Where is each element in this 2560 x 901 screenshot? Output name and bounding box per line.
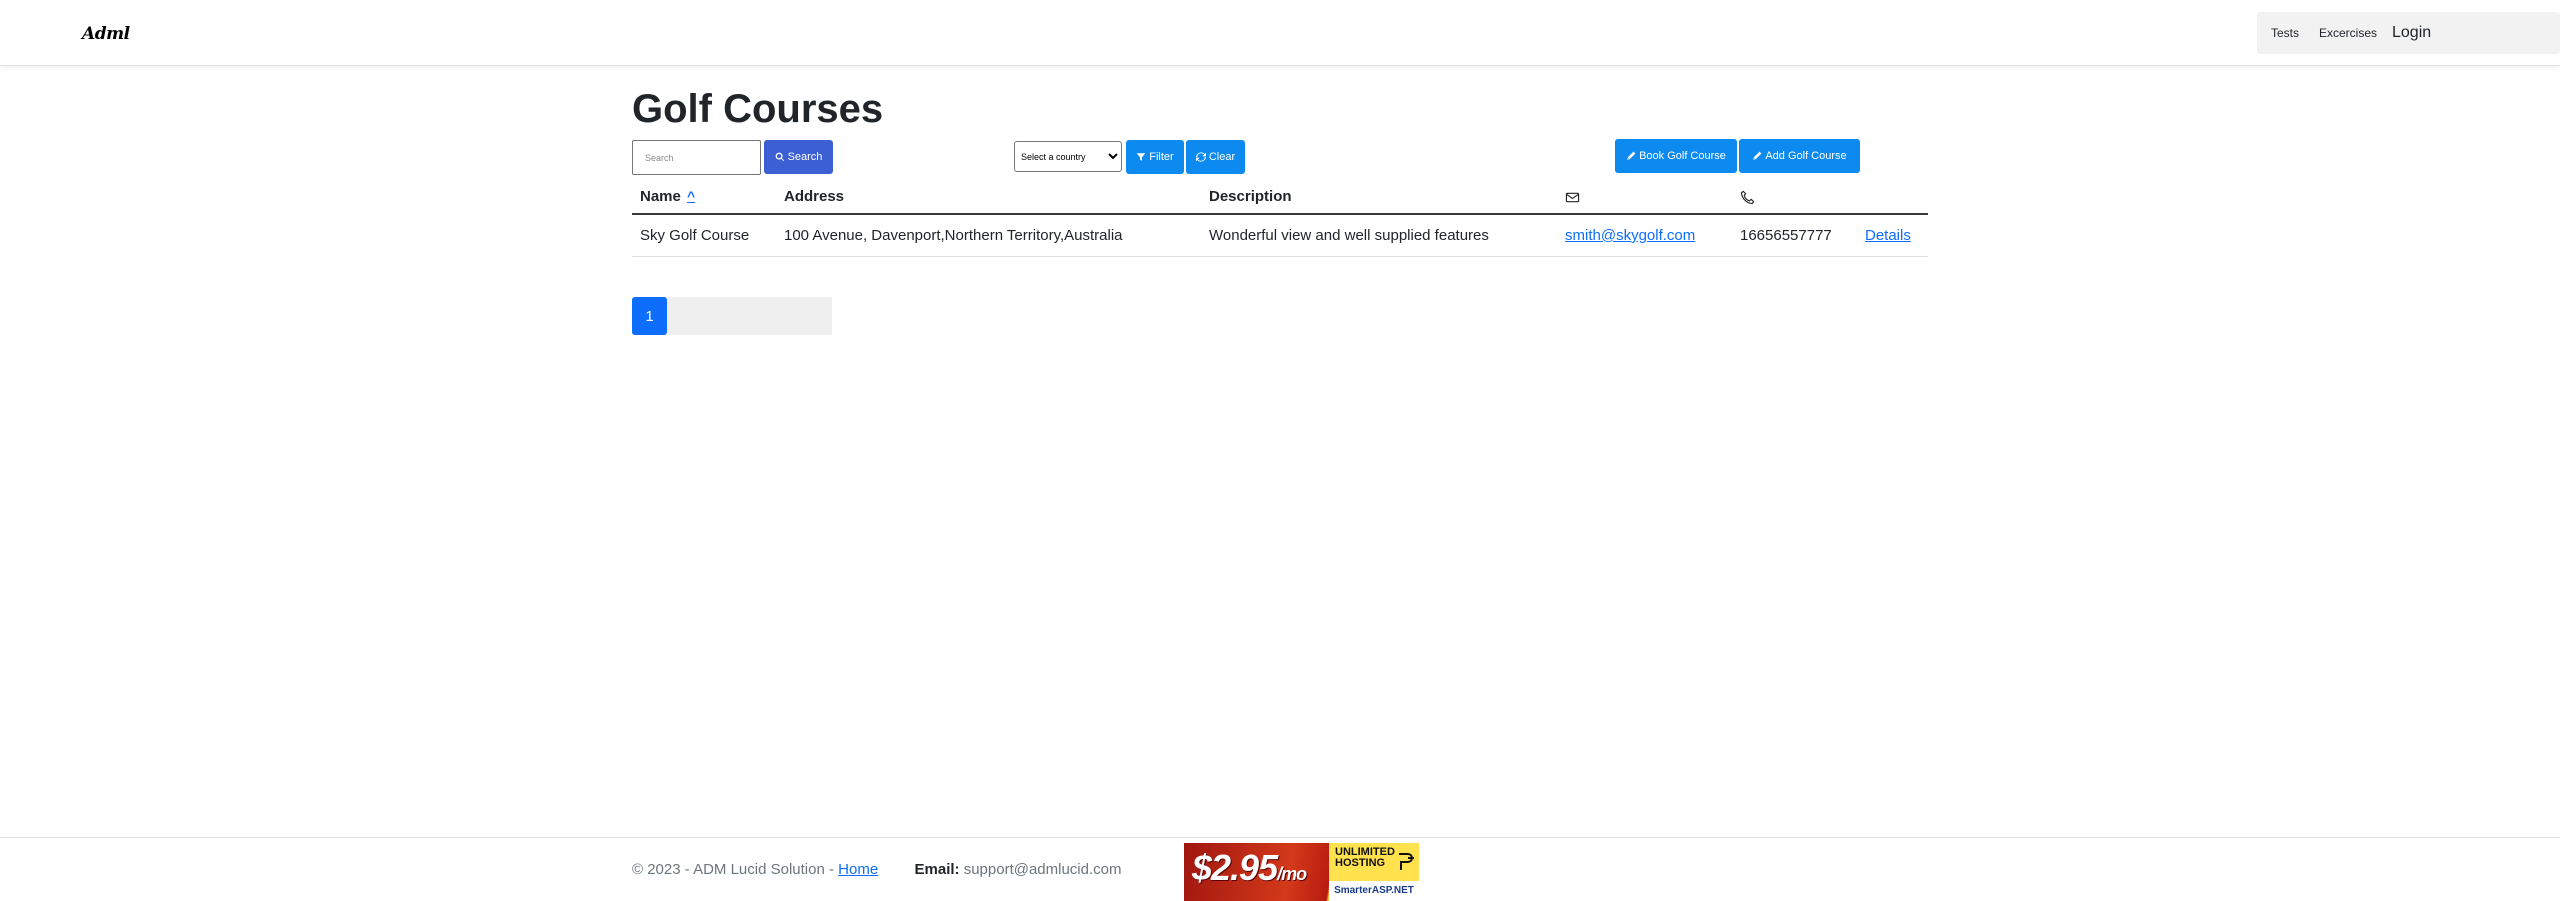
refresh-icon (1195, 152, 1206, 162)
pencil-icon (1753, 151, 1762, 160)
nav-link-exercises[interactable]: Excercises (2319, 12, 2377, 54)
plug-icon (1399, 853, 1414, 870)
table-row: Sky Golf Course 100 Avenue, Davenport,No… (632, 214, 1928, 257)
cell-phone: 16656557777 (1732, 214, 1857, 257)
sort-indicator[interactable]: ^ (687, 188, 695, 204)
footer-text: © 2023 - ADM Lucid Solution - Home Email… (632, 861, 1122, 878)
table-header-row: Name ^ Address Description (632, 180, 1928, 215)
phone-icon (1740, 190, 1755, 204)
ad-headline: UNLIMITED HOSTING (1335, 846, 1395, 869)
clear-button-label: Clear (1208, 151, 1236, 163)
ad-brand: SmarterASP.NET (1329, 881, 1419, 901)
ad-price-amount: $2.95 (1192, 847, 1278, 888)
add-golf-course-button[interactable]: Add Golf Course (1739, 139, 1860, 173)
cell-description: Wonderful view and well supplied feature… (1201, 214, 1557, 257)
ad-price: $2.95/mo (1192, 847, 1307, 889)
ad-price-period: /mo (1277, 864, 1307, 884)
nav-menu: Tests Excercises Login (2257, 12, 2560, 54)
page-button-1[interactable]: 1 (632, 297, 667, 335)
search-input[interactable] (632, 140, 761, 175)
add-golf-course-label: Add Golf Course (1765, 150, 1847, 162)
cell-email: smith@skygolf.com (1557, 214, 1732, 257)
cell-actions: Details (1857, 214, 1928, 257)
email-link[interactable]: smith@skygolf.com (1565, 227, 1695, 244)
column-header-name[interactable]: Name ^ (632, 180, 776, 215)
nav-link-tests[interactable]: Tests (2271, 12, 2299, 54)
footer: © 2023 - ADM Lucid Solution - Home Email… (0, 837, 2560, 901)
pencil-icon (1627, 151, 1636, 160)
search-button-label: Search (787, 151, 823, 163)
column-header-phone (1732, 180, 1857, 215)
ad-right-panel: UNLIMITED HOSTING SmarterASP.NET (1329, 843, 1419, 901)
column-header-email (1557, 180, 1732, 215)
footer-email-value: support@admlucid.com (959, 861, 1122, 878)
golf-courses-table: Name ^ Address Description Sky Golf Cour… (632, 180, 1928, 257)
footer-email-label: Email: (914, 861, 960, 878)
search-icon (775, 152, 784, 162)
search-button[interactable]: Search (764, 140, 833, 174)
cell-address: 100 Avenue, Davenport,Northern Territory… (776, 214, 1201, 257)
country-select[interactable]: Select a country (1014, 141, 1122, 172)
brand-logo[interactable]: Adml (82, 24, 130, 44)
navbar: Adml Tests Excercises Login (0, 0, 2560, 66)
column-header-actions (1857, 180, 1928, 215)
book-golf-course-label: Book Golf Course (1639, 150, 1726, 162)
filter-button[interactable]: Filter (1126, 140, 1184, 174)
filter-button-label: Filter (1149, 151, 1174, 163)
footer-copyright: © 2023 - ADM Lucid Solution - (632, 861, 839, 878)
hosting-ad-banner[interactable]: $2.95/mo UNLIMITED HOSTING SmarterASP.NE… (1184, 843, 1419, 901)
column-header-address[interactable]: Address (776, 180, 1201, 215)
filter-icon (1136, 153, 1146, 161)
cell-name: Sky Golf Course (632, 214, 776, 257)
column-header-description[interactable]: Description (1201, 180, 1557, 215)
clear-button[interactable]: Clear (1186, 140, 1245, 174)
nav-link-login[interactable]: Login (2392, 12, 2431, 54)
details-link[interactable]: Details (1865, 227, 1911, 244)
envelope-icon (1565, 192, 1580, 202)
footer-home-link[interactable]: Home (838, 861, 878, 878)
page-title: Golf Courses (632, 87, 884, 131)
book-golf-course-button[interactable]: Book Golf Course (1615, 139, 1737, 173)
column-header-name-label: Name (640, 188, 681, 205)
